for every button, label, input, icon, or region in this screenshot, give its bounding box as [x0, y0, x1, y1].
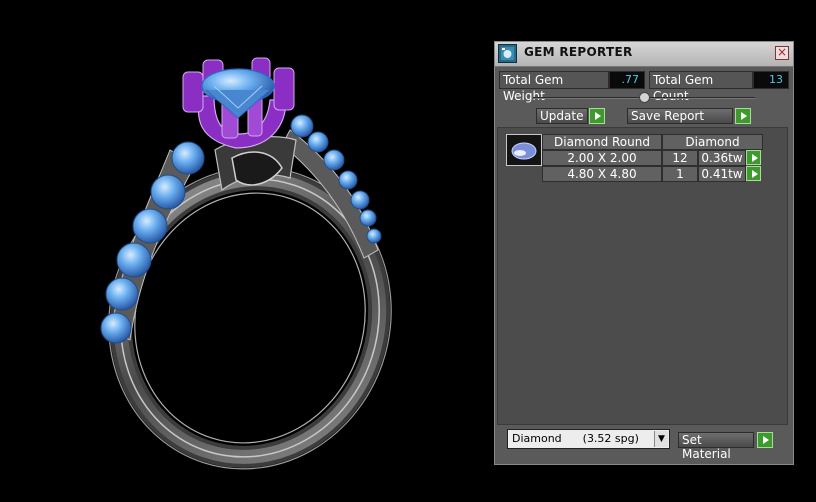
row-2-size: 4.80 X 4.80	[542, 166, 662, 182]
close-icon[interactable]: ×	[775, 46, 789, 60]
play-arrow-icon[interactable]	[589, 108, 605, 124]
dropdown-arrow-icon[interactable]: ▼	[654, 431, 668, 447]
panel-slider-knob[interactable]	[639, 92, 650, 103]
table-header-material: Diamond	[662, 134, 763, 150]
panel-titlebar[interactable]: GEM REPORTER ×	[495, 42, 793, 67]
total-gem-weight-label: Total Gem Weight	[499, 71, 609, 103]
gem-reporter-panel: GEM REPORTER × Total Gem Weight .77 Tota…	[494, 41, 794, 465]
play-arrow-icon[interactable]	[746, 150, 761, 165]
row-1-count: 12	[662, 150, 698, 166]
total-gem-weight-value: .77	[609, 71, 645, 89]
total-gem-count-value: 13	[753, 71, 789, 89]
total-gem-count-label: Total Gem Count	[649, 71, 753, 103]
table-header-shape: Diamond Round	[542, 134, 662, 150]
material-select[interactable]: Diamond (3.52 spg) ▼	[507, 429, 670, 449]
save-report-button[interactable]: Save Report	[627, 108, 733, 124]
set-material-button[interactable]: Set Material	[678, 432, 754, 461]
row-1-weight: 0.36tw	[698, 150, 746, 166]
gem-thumbnail-icon[interactable]	[506, 134, 542, 166]
play-arrow-icon[interactable]	[746, 166, 761, 181]
row-2-weight: 0.41tw	[698, 166, 746, 182]
row-2-count: 1	[662, 166, 698, 182]
3d-viewport[interactable]	[0, 0, 490, 498]
play-arrow-icon[interactable]	[735, 108, 751, 124]
update-button[interactable]: Update	[536, 108, 588, 124]
gem-reporter-app-icon	[498, 44, 517, 63]
row-1-size: 2.00 X 2.00	[542, 150, 662, 166]
ring-render	[100, 57, 392, 470]
panel-title: GEM REPORTER	[524, 45, 633, 59]
material-select-value: Diamond (3.52 spg)	[512, 432, 639, 445]
play-arrow-icon[interactable]	[757, 432, 773, 448]
gem-report-area: Diamond Round Diamond 2.00 X 2.00 12 0.3…	[497, 127, 788, 425]
